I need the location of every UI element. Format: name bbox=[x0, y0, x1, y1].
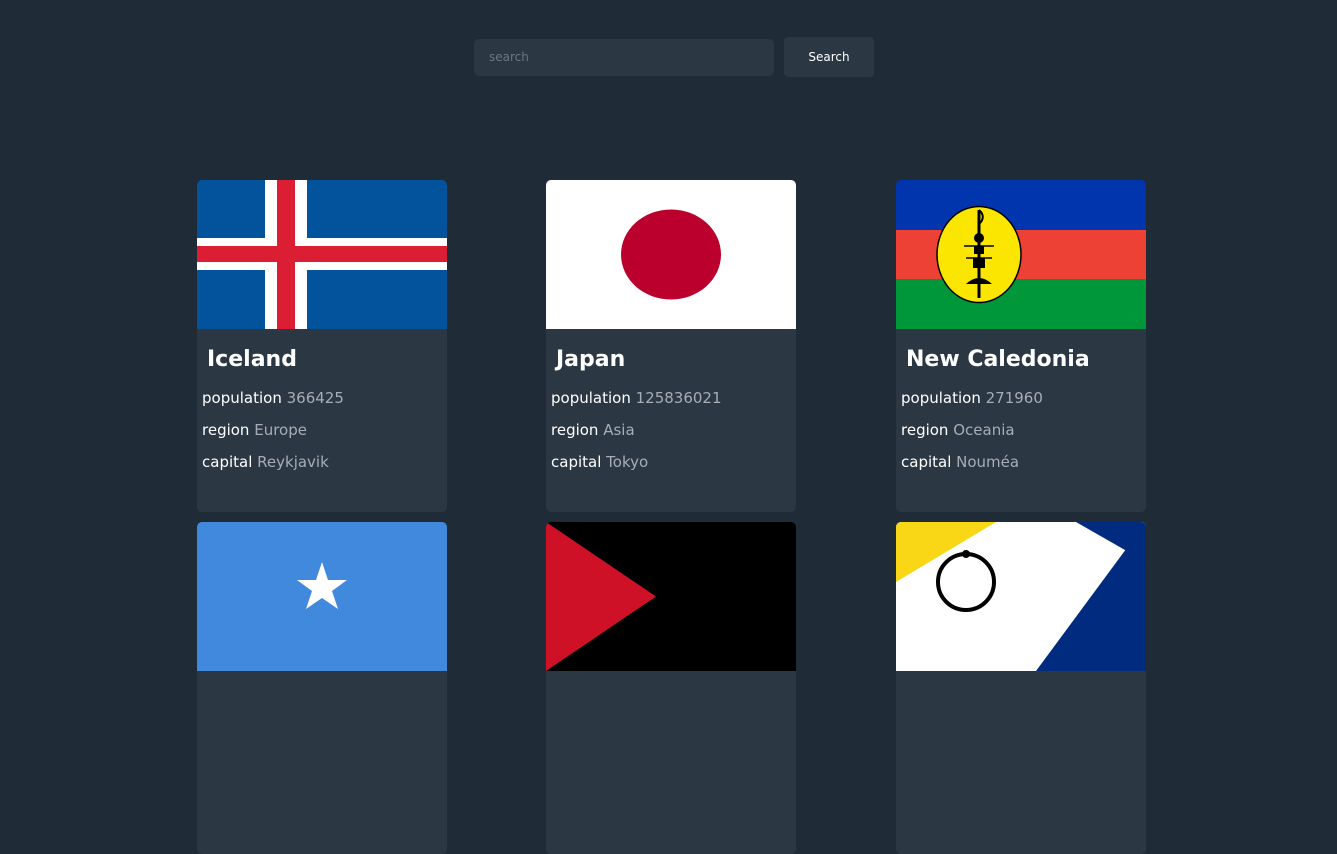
capital-value: Reykjavik bbox=[257, 453, 329, 471]
card-body: Iceland population 366425 region Europe … bbox=[197, 345, 447, 473]
population-row: population 125836021 bbox=[551, 387, 791, 409]
region-row: region Oceania bbox=[901, 419, 1141, 441]
country-card-new-caledonia[interactable]: New Caledonia population 271960 region O… bbox=[896, 180, 1146, 512]
yellow-white-blue-flag-image bbox=[896, 522, 1146, 671]
capital-label: capital bbox=[901, 453, 952, 471]
region-label: region bbox=[551, 421, 599, 439]
population-row: population 366425 bbox=[202, 387, 442, 409]
new-caledonia-flag-image bbox=[896, 180, 1146, 329]
capital-row: capital Nouméa bbox=[901, 451, 1141, 473]
region-value: Oceania bbox=[953, 421, 1015, 439]
country-card-iceland[interactable]: Iceland population 366425 region Europe … bbox=[197, 180, 447, 512]
population-label: population bbox=[901, 389, 981, 407]
iceland-flag-image bbox=[197, 180, 447, 329]
country-card-somalia[interactable] bbox=[197, 522, 447, 854]
country-name: Iceland bbox=[207, 347, 297, 372]
somalia-flag-image bbox=[197, 522, 447, 671]
capital-value: Nouméa bbox=[956, 453, 1020, 471]
region-label: region bbox=[202, 421, 250, 439]
country-name: Japan bbox=[556, 347, 626, 372]
card-body: New Caledonia population 271960 region O… bbox=[896, 345, 1146, 473]
country-name: New Caledonia bbox=[906, 347, 1090, 372]
red-black-flag-image bbox=[546, 522, 796, 671]
population-value: 271960 bbox=[985, 389, 1043, 407]
region-row: region Europe bbox=[202, 419, 442, 441]
japan-flag-image bbox=[546, 180, 796, 329]
population-value: 125836021 bbox=[635, 389, 722, 407]
population-label: population bbox=[202, 389, 282, 407]
capital-row: capital Tokyo bbox=[551, 451, 791, 473]
region-row: region Asia bbox=[551, 419, 791, 441]
population-value: 366425 bbox=[286, 389, 344, 407]
population-row: population 271960 bbox=[901, 387, 1141, 409]
country-card-japan[interactable]: Japan population 125836021 region Asia c… bbox=[546, 180, 796, 512]
search-bar: Search bbox=[474, 37, 874, 77]
search-input[interactable] bbox=[474, 38, 774, 76]
search-button[interactable]: Search bbox=[784, 37, 874, 77]
capital-row: capital Reykjavik bbox=[202, 451, 442, 473]
population-label: population bbox=[551, 389, 631, 407]
capital-value: Tokyo bbox=[606, 453, 649, 471]
region-value: Europe bbox=[254, 421, 307, 439]
card-body: Japan population 125836021 region Asia c… bbox=[546, 345, 796, 473]
region-value: Asia bbox=[603, 421, 635, 439]
country-card-partial-2[interactable] bbox=[546, 522, 796, 854]
region-label: region bbox=[901, 421, 949, 439]
country-card-partial-3[interactable] bbox=[896, 522, 1146, 854]
capital-label: capital bbox=[551, 453, 602, 471]
capital-label: capital bbox=[202, 453, 253, 471]
